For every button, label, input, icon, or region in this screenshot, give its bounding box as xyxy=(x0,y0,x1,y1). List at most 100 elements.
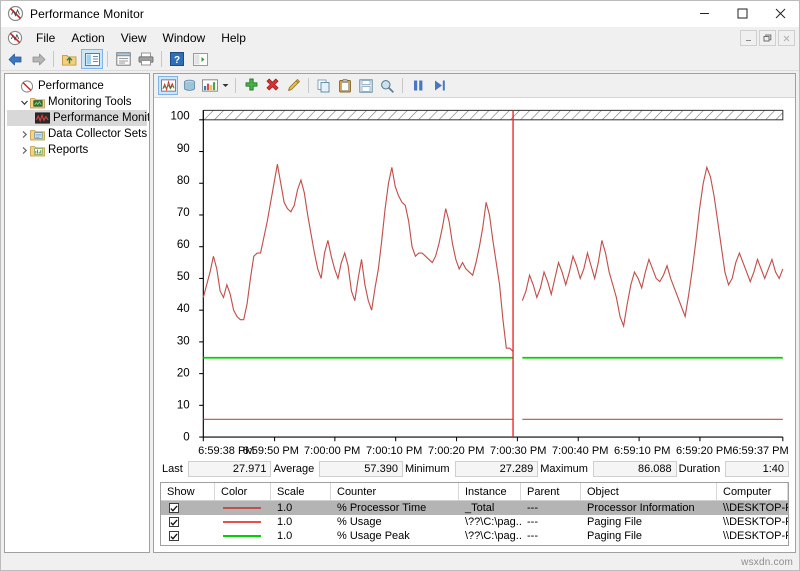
performance-chart[interactable]: 0102030405060708090100 6:59:38 PM6:59:50… xyxy=(154,98,795,458)
update-data-icon[interactable] xyxy=(429,76,449,95)
add-counter-icon[interactable] xyxy=(241,76,261,95)
object-cell: Processor Information xyxy=(581,502,717,514)
parent-cell: --- xyxy=(521,516,581,528)
object-cell: Paging File xyxy=(581,516,717,528)
up-folder-icon[interactable] xyxy=(58,49,80,69)
svg-text:?: ? xyxy=(174,55,180,66)
menu-item-help[interactable]: Help xyxy=(213,29,254,47)
legend-header-row: Show Color Scale Counter Instance Parent… xyxy=(161,483,788,501)
color-cell xyxy=(215,521,271,523)
column-header-object[interactable]: Object xyxy=(581,483,717,500)
table-row[interactable]: 1.0% Processor Time_Total---Processor In… xyxy=(161,501,788,515)
copy-properties-icon[interactable] xyxy=(314,76,334,95)
maximize-button[interactable] xyxy=(723,1,761,26)
parent-cell: --- xyxy=(521,502,581,514)
column-header-show[interactable]: Show xyxy=(161,483,215,500)
menu-item-action[interactable]: Action xyxy=(63,29,112,47)
color-swatch xyxy=(223,535,261,537)
column-header-counter[interactable]: Counter xyxy=(331,483,459,500)
sidebar-item-reports[interactable]: Reports xyxy=(7,142,147,158)
y-axis-ticks xyxy=(199,120,203,437)
paste-counter-list-icon[interactable] xyxy=(335,76,355,95)
instance-cell: \??\C:\pag... xyxy=(459,530,521,542)
stat-value-maximum: 86.088 xyxy=(593,461,677,477)
show-checkbox[interactable] xyxy=(169,531,179,541)
change-graph-type-icon[interactable] xyxy=(200,76,220,95)
folder-monitoring-icon xyxy=(30,96,45,109)
view-chart-icon[interactable] xyxy=(158,76,178,95)
freeze-display-icon[interactable] xyxy=(408,76,428,95)
object-cell: Paging File xyxy=(581,530,717,542)
view-log-data-icon[interactable] xyxy=(179,76,199,95)
chevron-right-icon[interactable] xyxy=(19,130,30,139)
console-tree[interactable]: Performance Monitoring Tools xyxy=(4,73,150,553)
forward-icon[interactable] xyxy=(27,49,49,69)
window-title: Performance Monitor xyxy=(30,7,144,21)
show-hide-console-tree-icon[interactable] xyxy=(81,49,103,69)
tree-root-performance[interactable]: Performance xyxy=(7,78,147,94)
watermark: wsxdn.com xyxy=(741,557,793,568)
delete-counter-icon[interactable] xyxy=(262,76,282,95)
x-axis-ticks xyxy=(203,437,783,441)
mdi-minimize-button[interactable] xyxy=(740,30,757,46)
sidebar-item-performance-monitor[interactable]: Performance Monitor xyxy=(7,110,147,126)
counter-cell: % Usage xyxy=(331,516,459,528)
color-cell xyxy=(215,535,271,537)
show-checkbox[interactable] xyxy=(169,503,179,513)
stat-label-last: Last xyxy=(160,463,188,475)
column-header-instance[interactable]: Instance xyxy=(459,483,521,500)
menu-item-file[interactable]: File xyxy=(28,29,63,47)
stat-label-minimum: Minimum xyxy=(403,463,455,475)
column-header-color[interactable]: Color xyxy=(215,483,271,500)
show-cell xyxy=(161,517,215,527)
minimize-button[interactable] xyxy=(685,1,723,26)
legend-body: 1.0% Processor Time_Total---Processor In… xyxy=(161,501,788,543)
properties-icon[interactable] xyxy=(356,76,376,95)
chart-top-band xyxy=(203,110,783,119)
stat-label-average: Average xyxy=(271,463,319,475)
color-swatch xyxy=(223,521,261,523)
highlight-icon[interactable] xyxy=(283,76,303,95)
stat-value-duration: 1:40 xyxy=(725,461,789,477)
chart-canvas[interactable] xyxy=(160,102,789,458)
table-row[interactable]: 1.0% Usage\??\C:\pag...---Paging File\\D… xyxy=(161,515,788,529)
column-header-parent[interactable]: Parent xyxy=(521,483,581,500)
menu-item-window[interactable]: Window xyxy=(155,29,214,47)
stat-value-minimum: 27.289 xyxy=(455,461,539,477)
performance-monitor-window: Performance Monitor File Action View Win… xyxy=(0,0,800,571)
zoom-icon[interactable] xyxy=(377,76,397,95)
table-row[interactable]: 1.0% Usage Peak\??\C:\pag...---Paging Fi… xyxy=(161,529,788,543)
sidebar-item-label: Performance Monitor xyxy=(53,112,150,124)
column-header-scale[interactable]: Scale xyxy=(271,483,331,500)
counter-cell: % Usage Peak xyxy=(331,530,459,542)
close-button[interactable] xyxy=(761,1,799,26)
chevron-down-icon[interactable] xyxy=(19,98,30,107)
sidebar-item-data-collector-sets[interactable]: Data Collector Sets xyxy=(7,126,147,142)
scale-cell: 1.0 xyxy=(271,502,331,514)
new-window-icon[interactable] xyxy=(189,49,211,69)
help-icon[interactable]: ? xyxy=(166,49,188,69)
counter-legend-table[interactable]: Show Color Scale Counter Instance Parent… xyxy=(160,482,789,546)
toolbar-separator xyxy=(53,51,54,67)
sidebar-item-label: Data Collector Sets xyxy=(48,128,147,140)
graph-type-dropdown-caret[interactable] xyxy=(221,76,230,95)
chevron-right-icon[interactable] xyxy=(19,146,30,155)
content-area: Performance Monitoring Tools xyxy=(1,71,799,556)
sidebar-item-label: Reports xyxy=(48,144,88,156)
menu-item-view[interactable]: View xyxy=(113,29,155,47)
mdi-restore-button[interactable] xyxy=(759,30,776,46)
back-icon[interactable] xyxy=(4,49,26,69)
column-header-computer[interactable]: Computer xyxy=(717,483,788,500)
computer-cell: \\DESKTOP-RDJB6GG xyxy=(717,502,788,514)
scale-cell: 1.0 xyxy=(271,516,331,528)
chart-toolbar xyxy=(154,74,795,98)
window-controls xyxy=(685,1,799,26)
mdi-close-button[interactable] xyxy=(778,30,795,46)
chart-toolbar-separator xyxy=(235,78,236,93)
sidebar-item-monitoring-tools[interactable]: Monitoring Tools xyxy=(7,94,147,110)
print-icon[interactable] xyxy=(135,49,157,69)
mdi-window-controls xyxy=(740,30,795,46)
properties-icon[interactable] xyxy=(112,49,134,69)
statistics-bar: Last 27.971 Average 57.390 Minimum 27.28… xyxy=(154,458,795,480)
show-checkbox[interactable] xyxy=(169,517,179,527)
